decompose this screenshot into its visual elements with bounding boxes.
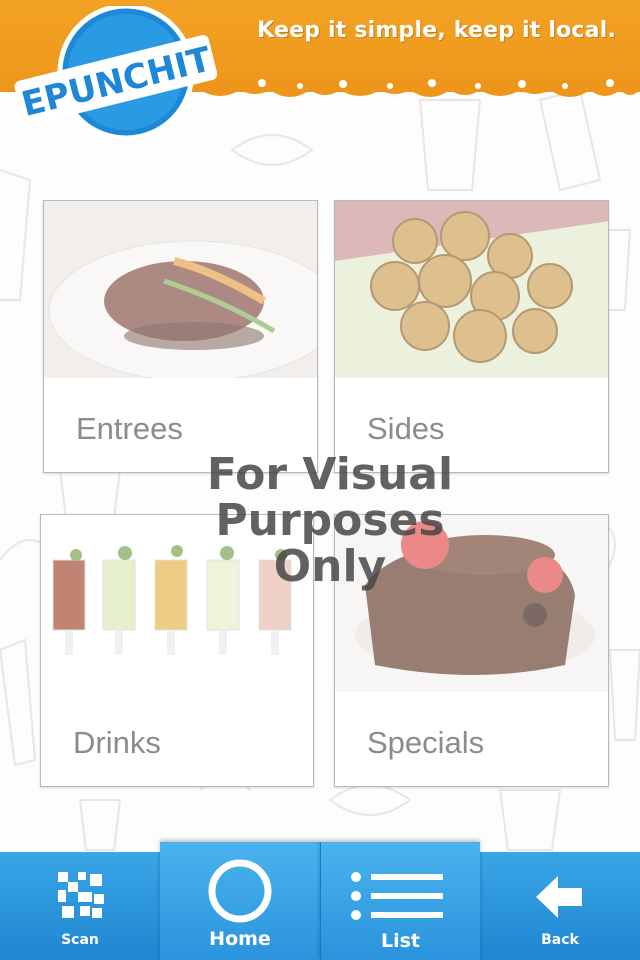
tagline: Keep it simple, keep it local. <box>257 18 616 43</box>
menu-tile-entrees[interactable]: Entrees <box>43 200 318 473</box>
tile-label-entrees: Entrees <box>76 411 183 446</box>
nav-home-button[interactable]: Home <box>160 842 320 960</box>
nav-home-label: Home <box>209 928 271 950</box>
menu-tile-drinks[interactable]: Drinks <box>40 514 314 787</box>
drinks-photo <box>41 515 313 692</box>
menu-tile-specials[interactable]: Specials <box>334 514 609 787</box>
specials-photo <box>335 515 608 692</box>
bottom-navigation-bar: Scan Home List Back <box>0 842 640 960</box>
arrow-left-icon <box>536 876 582 918</box>
nav-back-label: Back <box>541 932 579 948</box>
menu-tile-sides[interactable]: Sides <box>334 200 609 473</box>
nav-scan-button[interactable]: Scan <box>0 852 160 960</box>
tile-label-drinks: Drinks <box>73 725 161 760</box>
epunchit-logo[interactable]: EPUNCHIT <box>8 3 218 156</box>
circle-icon <box>208 859 272 923</box>
logo-graphic: EPUNCHIT <box>14 3 218 141</box>
nav-back-button[interactable]: Back <box>480 852 640 960</box>
nav-list-label: List <box>380 930 420 952</box>
entrees-photo <box>44 201 317 378</box>
sides-photo <box>335 201 608 378</box>
nav-list-button[interactable]: List <box>320 842 480 960</box>
list-icon <box>351 872 443 920</box>
qr-code-icon <box>58 872 104 918</box>
tile-label-sides: Sides <box>367 411 445 446</box>
nav-scan-label: Scan <box>61 932 99 948</box>
tile-label-specials: Specials <box>367 725 485 760</box>
